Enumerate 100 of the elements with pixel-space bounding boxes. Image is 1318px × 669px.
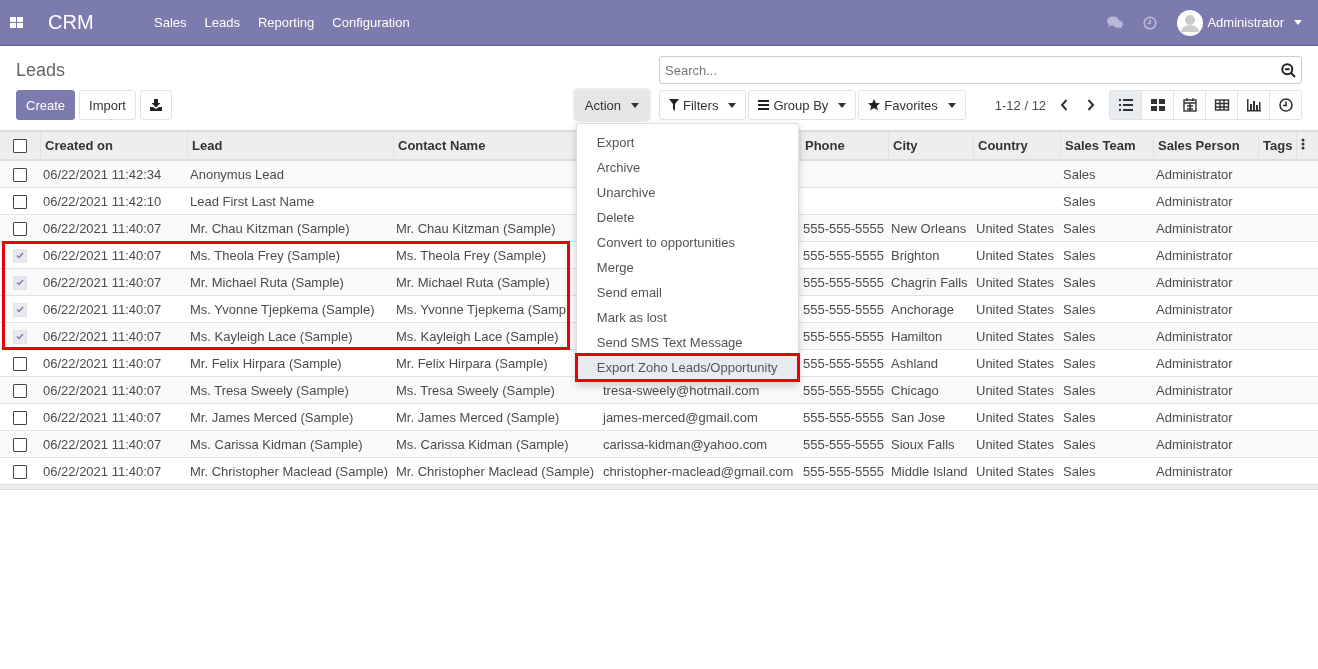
table-cell: Administrator: [1156, 382, 1233, 398]
column-header[interactable]: Sales Person: [1153, 130, 1258, 161]
table-cell: tresa-sweely@hotmail.com: [603, 382, 760, 398]
table-cell: 555-555-5555: [803, 247, 884, 263]
menu-item[interactable]: Unarchive: [576, 180, 798, 205]
table-cell: Sales: [1063, 436, 1096, 452]
menu-item[interactable]: Configuration: [323, 0, 419, 45]
table-cell: United States: [976, 463, 1055, 479]
table-cell: Sales: [1063, 463, 1096, 479]
table-cell: Ms. Kayleigh Lace (Sample): [396, 328, 559, 344]
menu-item[interactable]: Export Zoho Leads/Opportunity: [576, 355, 798, 380]
table-cell: Mr. Christopher Maclead (Sample): [190, 463, 388, 479]
table-cell: Mr. Christopher Maclead (Sample): [396, 463, 594, 479]
table-cell: 555-555-5555: [803, 301, 884, 317]
menu-item[interactable]: Reporting: [248, 0, 324, 45]
table-cell: carissa-kidman@yahoo.com: [603, 436, 768, 452]
menu-item[interactable]: Leads: [195, 0, 249, 45]
table-cell: Mr. Chau Kitzman (Sample): [396, 220, 556, 236]
table-cell: Administrator: [1156, 247, 1233, 263]
table-cell: United States: [976, 247, 1055, 263]
column-header[interactable]: City: [888, 130, 973, 161]
menu-item[interactable]: Send SMS Text Message: [576, 330, 798, 355]
table-cell: Administrator: [1156, 220, 1233, 236]
column-header[interactable]: Country: [973, 130, 1060, 161]
table-cell: Mr. Felix Hirpara (Sample): [396, 355, 548, 371]
column-header[interactable]: Tags: [1258, 130, 1296, 161]
select-all-checkbox[interactable]: [13, 139, 27, 154]
table-cell: james-merced@gmail.com: [603, 409, 758, 425]
table-cell: Sales: [1063, 301, 1096, 317]
download-button[interactable]: [139, 90, 172, 120]
menu-item[interactable]: Sales: [145, 0, 196, 45]
row-checkbox[interactable]: [13, 221, 27, 236]
search-field[interactable]: Search...: [659, 56, 1302, 84]
table-cell: Sales: [1063, 274, 1096, 290]
column-header[interactable]: Created on: [40, 130, 187, 161]
row-checkbox[interactable]: [13, 383, 27, 398]
user-menu[interactable]: Administrator: [1177, 9, 1302, 36]
column-header[interactable]: Phone: [800, 130, 888, 161]
search-icon[interactable]: [1281, 63, 1296, 78]
table-cell: Mr. Chau Kitzman (Sample): [190, 220, 350, 236]
table-cell: Ms. Kayleigh Lace (Sample): [190, 328, 353, 344]
page-title: Leads: [16, 59, 67, 81]
menu-item[interactable]: Convert to opportunities: [576, 230, 798, 255]
menu-item[interactable]: Send email: [576, 280, 798, 305]
table-cell: Mr. Felix Hirpara (Sample): [190, 355, 342, 371]
table-cell: 06/22/2021 11:40:07: [43, 382, 162, 398]
checkmark-icon: [16, 306, 24, 314]
table-cell: Administrator: [1156, 409, 1233, 425]
table-cell: Chagrin Falls: [891, 274, 968, 290]
apps-grid-icon[interactable]: [10, 16, 23, 29]
table-cell: Sales: [1063, 166, 1096, 182]
view-switch-button[interactable]: [1110, 91, 1141, 119]
table-cell: Ms. Carissa Kidman (Sample): [190, 436, 363, 452]
kebab-menu-icon[interactable]: [1301, 138, 1305, 150]
menu-item[interactable]: Delete: [576, 205, 798, 230]
table-cell: Administrator: [1156, 355, 1233, 371]
import-button[interactable]: Import: [79, 90, 136, 120]
table-cell: 555-555-5555: [803, 463, 884, 479]
table-cell: 06/22/2021 11:40:07: [43, 247, 162, 263]
pager-value: 1-12 / 12: [994, 97, 1047, 113]
table-cell: 06/22/2021 11:40:07: [43, 301, 162, 317]
table-cell: Sales: [1063, 409, 1096, 425]
row-checkbox[interactable]: [13, 410, 27, 425]
table-cell: 06/22/2021 11:42:10: [43, 193, 162, 209]
menu-item[interactable]: Mark as lost: [576, 305, 798, 330]
table-cell: Hamilton: [891, 328, 943, 344]
table-cell: Sales: [1063, 328, 1096, 344]
favorites-dropdown-button[interactable]: Favorites: [858, 90, 966, 120]
table-cell: Ms. Yvonne Tjepkema (Sample): [190, 301, 375, 317]
column-header[interactable]: Lead: [187, 130, 393, 161]
row-checkbox[interactable]: [13, 437, 27, 452]
create-button[interactable]: Create: [16, 90, 76, 120]
row-checkbox[interactable]: [13, 194, 27, 209]
caret-icon: [1294, 20, 1302, 25]
table-cell: Administrator: [1156, 463, 1233, 479]
table-cell: Sales: [1063, 382, 1096, 398]
column-header[interactable]: Sales Team: [1060, 130, 1153, 161]
table-cell: Chicago: [891, 382, 939, 398]
table-cell: Ms. Theola Frey (Sample): [396, 247, 547, 263]
chevron-right-icon[interactable]: [1087, 99, 1096, 111]
table-cell: Administrator: [1156, 274, 1233, 290]
table-cell: 06/22/2021 11:40:07: [43, 274, 162, 290]
table-cell: 555-555-5555: [803, 382, 884, 398]
table-cell: Administrator: [1156, 193, 1233, 209]
filter-dropdown-button[interactable]: Filters: [659, 90, 747, 120]
row-checkbox[interactable]: [13, 464, 27, 479]
row-checkbox[interactable]: [13, 167, 27, 182]
table-cell: 06/22/2021 11:40:07: [43, 355, 162, 371]
menu-item[interactable]: Merge: [576, 255, 798, 280]
table-cell: Mr. Michael Ruta (Sample): [396, 274, 550, 290]
checkmark-icon: [16, 279, 24, 287]
group-dropdown-button[interactable]: Group By: [748, 90, 857, 120]
chevron-left-icon[interactable]: [1060, 99, 1069, 111]
table-cell: Lead First Last Name: [190, 193, 315, 209]
table-cell: christopher-maclead@gmail.com: [603, 463, 794, 479]
row-checkbox[interactable]: [13, 356, 27, 371]
table-cell: Ms. Theola Frey (Sample): [190, 247, 341, 263]
action-button[interactable]: Action: [574, 90, 649, 120]
table-cell: Mr. James Merced (Sample): [396, 409, 560, 425]
table-cell: 06/22/2021 11:40:07: [43, 409, 162, 425]
